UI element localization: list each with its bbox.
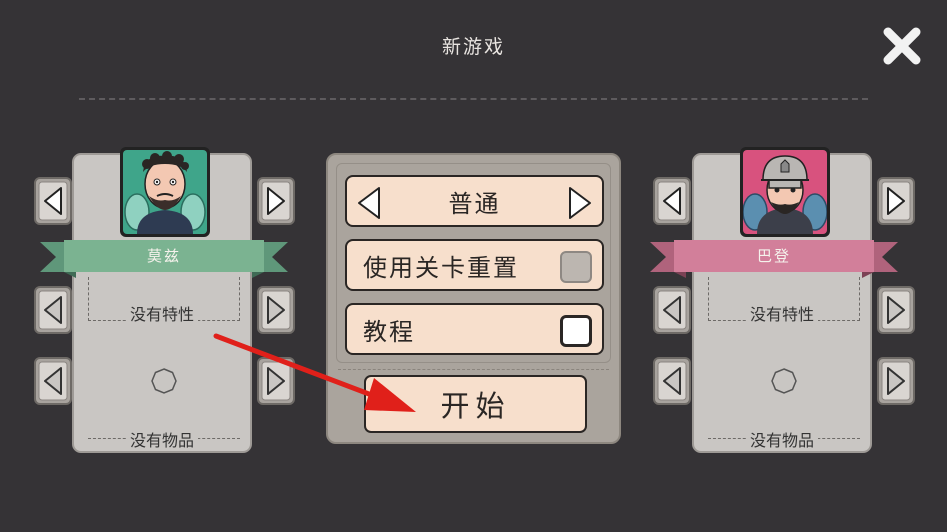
difficulty-prev-button[interactable] [355, 185, 383, 221]
empty-item-slot-icon [771, 368, 797, 394]
right-item-next-button[interactable] [876, 356, 916, 406]
right-character-next-button[interactable] [876, 176, 916, 226]
left-character-card: 没有特性 没有物品 [72, 147, 252, 453]
left-trait-label: 没有特性 [74, 301, 250, 325]
left-character-name-banner: 莫兹 [36, 238, 292, 278]
right-item-prev-button[interactable] [652, 356, 692, 406]
right-character-prev-button[interactable] [652, 176, 692, 226]
close-button[interactable] [880, 24, 924, 68]
left-character-portrait [120, 147, 210, 237]
helmeted-soldier-avatar-icon [743, 150, 827, 234]
left-trait-next-button[interactable] [256, 285, 296, 335]
left-trait-prev-button[interactable] [33, 285, 73, 335]
empty-item-slot-icon [151, 368, 177, 394]
tutorial-checkbox[interactable] [560, 315, 592, 347]
screen-title: 新游戏 [441, 36, 505, 58]
difficulty-value: 普通 [448, 189, 501, 218]
left-character-next-button[interactable] [256, 176, 296, 226]
difficulty-selector: 普通 [345, 175, 604, 227]
left-character-prev-button[interactable] [33, 176, 73, 226]
left-character-name: 莫兹 [146, 246, 181, 265]
right-character-name-banner: 巴登 [646, 238, 902, 278]
game-options-panel: 普通 使用关卡重置 教程 开始 [326, 153, 621, 444]
close-icon [883, 27, 921, 65]
start-button[interactable]: 开始 [364, 375, 587, 433]
right-trait-prev-button[interactable] [652, 285, 692, 335]
tutorial-option[interactable]: 教程 [345, 303, 604, 355]
right-character-card: 没有特性 没有物品 [692, 147, 872, 453]
difficulty-next-button[interactable] [566, 185, 594, 221]
title-divider [79, 98, 868, 100]
right-item-label: 没有物品 [694, 427, 870, 451]
bearded-man-avatar-icon [123, 150, 207, 234]
panel-divider [338, 369, 609, 370]
left-item-label: 没有物品 [74, 427, 250, 451]
left-item-next-button[interactable] [256, 356, 296, 406]
left-item-prev-button[interactable] [33, 356, 73, 406]
level-reset-checkbox[interactable] [560, 251, 592, 283]
right-trait-label: 没有特性 [694, 301, 870, 325]
right-character-name: 巴登 [756, 246, 791, 265]
level-reset-label: 使用关卡重置 [363, 253, 519, 282]
tutorial-label: 教程 [363, 317, 415, 346]
right-character-portrait [740, 147, 830, 237]
right-trait-next-button[interactable] [876, 285, 916, 335]
level-reset-option[interactable]: 使用关卡重置 [345, 239, 604, 291]
